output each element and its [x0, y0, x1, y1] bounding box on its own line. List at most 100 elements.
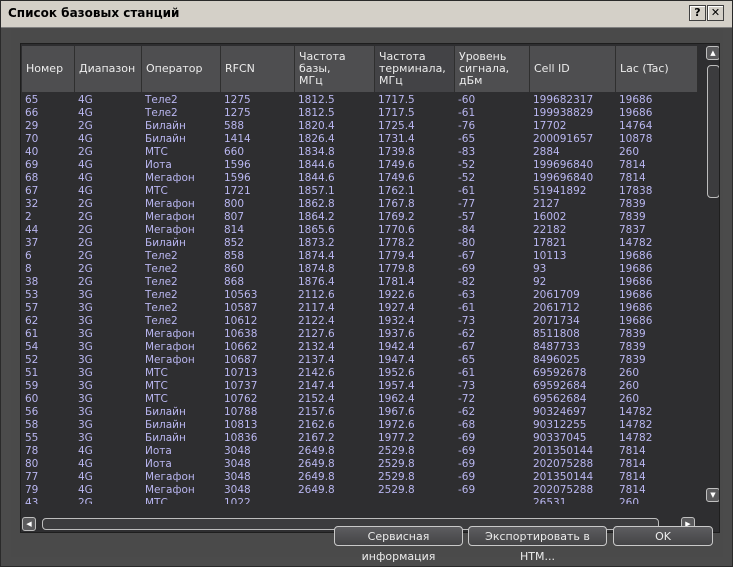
cell-lac: 7839 [619, 354, 646, 366]
table-row[interactable]: 52 3G Мегафон 10687 2137.4 1947.4 -65 8496025 78… [22, 354, 698, 367]
column-header-range[interactable]: Диапазон [75, 46, 142, 92]
vertical-scroll-thumb[interactable] [707, 65, 719, 198]
table-row[interactable]: 40 2G МТС 660 1834.8 1739.8 -83 2884 260 [22, 146, 698, 159]
column-header-base-freq[interactable]: Частота базы, МГц [295, 46, 375, 92]
cell-number: 61 [25, 328, 39, 340]
cell-number: 44 [25, 224, 39, 236]
cell-base-freq: 2162.6 [298, 419, 335, 431]
cell-lac: 7814 [619, 484, 646, 496]
column-header-rfcn[interactable]: RFCN [221, 46, 295, 92]
table-row[interactable]: 78 4G Йота 3048 2649.8 2529.8 -69 201350144 7814 [22, 445, 698, 458]
table-row[interactable]: 54 3G Мегафон 10662 2132.4 1942.4 -67 8487733 78… [22, 341, 698, 354]
cell-lac: 7839 [619, 341, 646, 353]
cell-operator: МТС [145, 497, 168, 504]
table-row[interactable]: 51 3G МТС 10713 2142.6 1952.6 -61 69592678 260 [22, 367, 698, 380]
table-row[interactable]: 77 4G Мегафон 3048 2649.8 2529.8 -69 201350144 7… [22, 471, 698, 484]
cell-signal-level: -69 [458, 471, 476, 483]
column-header-cell-id[interactable]: Cell ID [530, 46, 616, 92]
column-header-terminal-freq[interactable]: Частота терминала, МГц [375, 46, 455, 92]
table-row[interactable]: 38 2G Теле2 868 1876.4 1781.4 -82 92 19686 [22, 276, 698, 289]
cell-operator: Билайн [145, 120, 186, 132]
cell-operator: Йота [145, 458, 172, 470]
table-row[interactable]: 65 4G Теле2 1275 1812.5 1717.5 -60 199682317 196… [22, 94, 698, 107]
column-header-lac[interactable]: Lac (Tac) [616, 46, 698, 92]
cell-operator: Теле2 [145, 94, 178, 106]
cell-signal-level: -65 [458, 354, 476, 366]
table-row[interactable]: 43 2G МТС 1022 26531 260 [22, 497, 698, 504]
cell-rfcn: 1596 [224, 159, 251, 171]
cell-lac: 260 [619, 146, 640, 158]
help-button[interactable]: ? [689, 5, 706, 21]
cell-cell-id: 2884 [533, 146, 560, 158]
cell-rfcn: 3048 [224, 458, 251, 470]
cell-cell-id: 90312255 [533, 419, 587, 431]
cell-operator: МТС [145, 185, 168, 197]
table-row[interactable]: 55 3G Билайн 10836 2167.2 1977.2 -69 90337045 14… [22, 432, 698, 445]
cell-rfcn: 10638 [224, 328, 258, 340]
cell-number: 60 [25, 393, 39, 405]
cell-terminal-freq: 1739.8 [378, 146, 415, 158]
table-row[interactable]: 32 2G Мегафон 800 1862.8 1767.8 -77 2127 7839 [22, 198, 698, 211]
cell-operator: Теле2 [145, 289, 178, 301]
table-row[interactable]: 60 3G МТС 10762 2152.4 1962.4 -72 69562684 260 [22, 393, 698, 406]
column-header-signal-level[interactable]: Уровень сигнала, дБм [455, 46, 530, 92]
vertical-scrollbar[interactable]: ▲ ▼ [706, 45, 719, 508]
column-header-operator[interactable]: Оператор [142, 46, 221, 92]
cell-number: 52 [25, 354, 39, 366]
cell-base-freq: 2137.4 [298, 354, 335, 366]
table-row[interactable]: 44 2G Мегафон 814 1865.6 1770.6 -84 22182 7837 [22, 224, 698, 237]
table-row[interactable]: 29 2G Билайн 588 1820.4 1725.4 -76 17702 14764 [22, 120, 698, 133]
table-row[interactable]: 58 3G Билайн 10813 2162.6 1972.6 -68 90312255 14… [22, 419, 698, 432]
table-row[interactable]: 61 3G Мегафон 10638 2127.6 1937.6 -62 8511808 78… [22, 328, 698, 341]
column-header-number[interactable]: Номер [22, 46, 75, 92]
table-row[interactable]: 70 4G Билайн 1414 1826.4 1731.4 -65 200091657 10… [22, 133, 698, 146]
ok-button[interactable]: OK [613, 526, 713, 546]
table-row[interactable]: 2 2G Мегафон 807 1864.2 1769.2 -57 16002 7839 [22, 211, 698, 224]
cell-number: 37 [25, 237, 39, 249]
service-info-button[interactable]: Сервисная информация [334, 526, 463, 563]
base-stations-table[interactable]: Номер Диапазон Оператор RFCN Частота базы, М… [20, 43, 720, 533]
cell-rfcn: 10836 [224, 432, 258, 444]
cell-base-freq: 1874.8 [298, 263, 335, 275]
dialog-body: Номер Диапазон Оператор RFCN Частота базы, М… [11, 29, 723, 563]
cell-signal-level: -61 [458, 367, 476, 379]
cell-cell-id: 17702 [533, 120, 567, 132]
cell-operator: Билайн [145, 432, 186, 444]
scroll-up-icon[interactable]: ▲ [706, 46, 719, 60]
cell-rfcn: 860 [224, 263, 245, 275]
cell-signal-level: -77 [458, 198, 476, 210]
export-html-button[interactable]: Экспортировать в HTM... [468, 526, 607, 563]
cell-signal-level: -62 [458, 406, 476, 418]
cell-range: 4G [78, 445, 93, 457]
cell-number: 62 [25, 315, 39, 327]
table-row[interactable]: 69 4G Йота 1596 1844.6 1749.6 -52 199696840 7814 [22, 159, 698, 172]
table-row[interactable]: 37 2G Билайн 852 1873.2 1778.2 -80 17821 14782 [22, 237, 698, 250]
table-row[interactable]: 53 3G Теле2 10563 2112.6 1922.6 -63 2061709 1968… [22, 289, 698, 302]
cell-operator: Билайн [145, 419, 186, 431]
cell-rfcn: 3048 [224, 484, 251, 496]
table-row[interactable]: 8 2G Теле2 860 1874.8 1779.8 -69 93 19686 [22, 263, 698, 276]
table-row[interactable]: 62 3G Теле2 10612 2122.4 1932.4 -73 2071734 1968… [22, 315, 698, 328]
scroll-down-icon[interactable]: ▼ [706, 488, 719, 502]
cell-signal-level: -65 [458, 133, 476, 145]
table-row[interactable]: 57 3G Теле2 10587 2117.4 1927.4 -61 2061712 1968… [22, 302, 698, 315]
table-row[interactable]: 68 4G Мегафон 1596 1844.6 1749.6 -52 199696840 7… [22, 172, 698, 185]
cell-lac: 7839 [619, 211, 646, 223]
table-row[interactable]: 66 4G Теле2 1275 1812.5 1717.5 -61 199938829 196… [22, 107, 698, 120]
cell-number: 8 [25, 263, 32, 275]
table-row[interactable]: 80 4G Йота 3048 2649.8 2529.8 -69 202075288 7814 [22, 458, 698, 471]
cell-operator: Мегафон [145, 341, 195, 353]
cell-base-freq: 1862.8 [298, 198, 335, 210]
cell-base-freq: 1874.4 [298, 250, 335, 262]
table-row[interactable]: 79 4G Мегафон 3048 2649.8 2529.8 -69 202075288 7… [22, 484, 698, 497]
cell-signal-level: -52 [458, 172, 476, 184]
cell-terminal-freq: 1749.6 [378, 159, 415, 171]
cell-operator: Мегафон [145, 471, 195, 483]
cell-signal-level: -73 [458, 315, 476, 327]
close-button[interactable]: ✕ [707, 5, 724, 21]
table-row[interactable]: 6 2G Теле2 858 1874.4 1779.4 -67 10113 19686 [22, 250, 698, 263]
table-row[interactable]: 67 4G МТС 1721 1857.1 1762.1 -61 51941892 17838 [22, 185, 698, 198]
scroll-left-icon[interactable]: ◀ [22, 517, 36, 531]
table-row[interactable]: 59 3G МТС 10737 2147.4 1957.4 -73 69592684 260 [22, 380, 698, 393]
table-row[interactable]: 56 3G Билайн 10788 2157.6 1967.6 -62 90324697 14… [22, 406, 698, 419]
